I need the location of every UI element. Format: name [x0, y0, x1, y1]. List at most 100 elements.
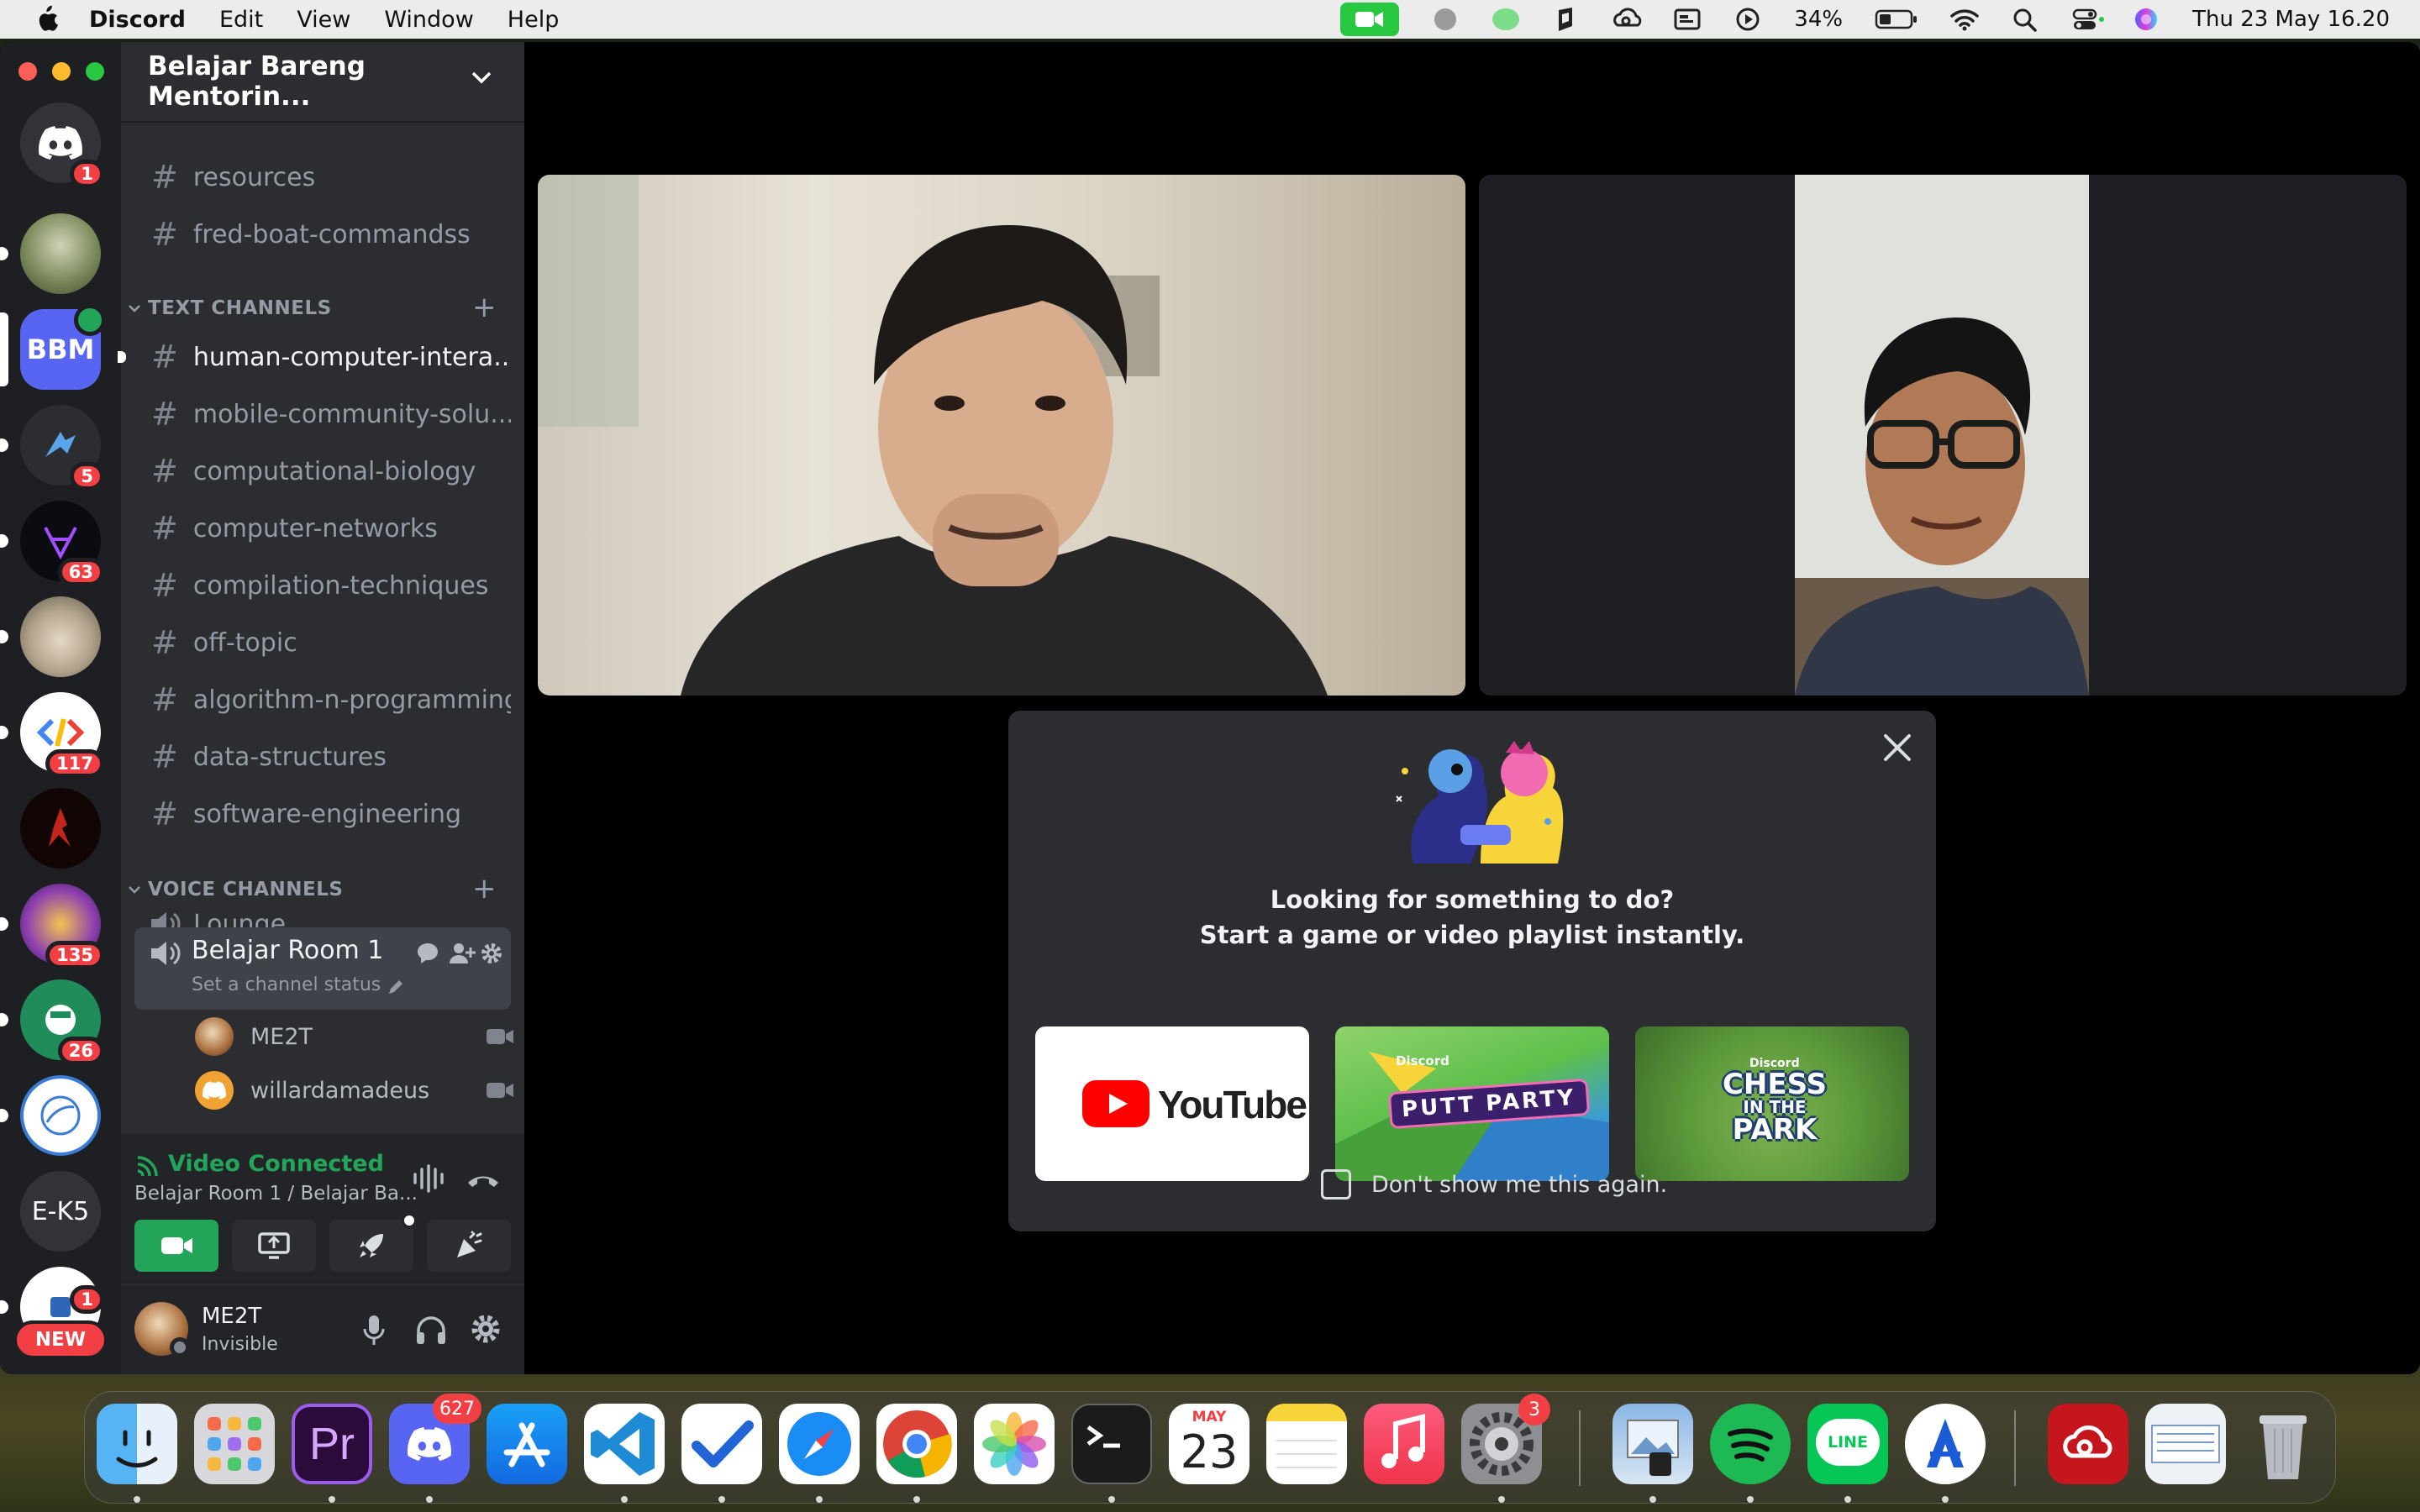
server-plush[interactable]	[0, 596, 101, 677]
channel-off-topic[interactable]: # off-topic	[134, 618, 511, 667]
menu-app-name[interactable]: Discord	[89, 7, 186, 33]
camera-toggle-button[interactable]	[134, 1220, 218, 1272]
username[interactable]: ME2T	[202, 1304, 261, 1329]
channel-resources[interactable]: # resources	[134, 153, 511, 202]
dock-system-settings[interactable]: 3	[1461, 1394, 1550, 1484]
dock-notes[interactable]	[1266, 1404, 1347, 1484]
dont-show-again-checkbox[interactable]	[1321, 1169, 1351, 1200]
channel-computer-networks[interactable]: # computer-networks	[134, 504, 511, 553]
control-center-icon[interactable]	[2071, 7, 2105, 32]
dock-creative-cloud-folder[interactable]	[2048, 1404, 2128, 1484]
activity-card-youtube[interactable]: YouTube	[1035, 1026, 1309, 1181]
chat-bubble-icon[interactable]	[415, 941, 440, 966]
dock-app-store[interactable]	[487, 1404, 567, 1484]
spotlight-search-icon[interactable]	[2011, 7, 2039, 32]
microphone-icon[interactable]	[361, 1314, 387, 1347]
menu-clock[interactable]: Thu 23 May 16.20	[2192, 7, 2390, 32]
line-menu-icon[interactable]	[1491, 7, 1520, 32]
new-unreads-pill[interactable]: NEW	[13, 1320, 108, 1359]
dock-xcode-instruments[interactable]	[1905, 1404, 1986, 1484]
menu-edit[interactable]: Edit	[219, 7, 263, 33]
video-tile-participant-2[interactable]	[1479, 175, 2407, 696]
voice-member-me2t[interactable]: ME2T	[195, 1015, 514, 1058]
invite-user-icon[interactable]	[449, 941, 476, 966]
dock-trash[interactable]	[2243, 1404, 2323, 1484]
server-blue-bolt[interactable]: 5	[0, 405, 104, 491]
server-anime[interactable]	[0, 213, 101, 294]
dock-downloads-stack[interactable]	[2145, 1404, 2226, 1484]
voice-status-text[interactable]: Video Connected	[168, 1151, 384, 1177]
dock-preview[interactable]	[1612, 1404, 1693, 1484]
dock-calendar[interactable]: MAY 23	[1169, 1404, 1249, 1484]
channel-status-prompt[interactable]: Set a channel status	[192, 974, 381, 995]
user-settings-gear-icon[interactable]	[469, 1312, 502, 1346]
dock-chrome[interactable]	[876, 1404, 957, 1484]
dock-terminal[interactable]	[1071, 1404, 1152, 1484]
dock-premiere-pro[interactable]: Pr	[292, 1404, 372, 1484]
dock-photos[interactable]	[974, 1404, 1055, 1484]
server-v-logo[interactable]: 63	[0, 501, 104, 586]
cube-menu-icon[interactable]	[1552, 7, 1581, 32]
apple-menu-icon[interactable]	[34, 5, 59, 34]
activity-card-chess-in-the-park[interactable]: Discord CHESS IN THE PARK	[1635, 1026, 1909, 1181]
dock-line[interactable]: LINE	[1807, 1404, 1888, 1484]
camera-in-use-icon[interactable]	[1340, 3, 1400, 36]
category-voice-channels[interactable]: VOICE CHANNELS +	[128, 872, 497, 906]
dock-safari[interactable]	[779, 1404, 860, 1484]
channel-algorithm-n-programming[interactable]: # algorithm-n-programming	[134, 675, 511, 724]
window-zoom-button[interactable]	[86, 62, 104, 81]
activity-card-putt-party[interactable]: Discord PUTT PARTY	[1335, 1026, 1609, 1181]
window-minimize-button[interactable]	[52, 62, 71, 81]
activities-button[interactable]	[329, 1213, 417, 1272]
dock-spotify[interactable]	[1710, 1404, 1791, 1484]
creative-cloud-icon[interactable]	[1612, 7, 1642, 32]
channel-mobile-community[interactable]: # mobile-community-solu...	[134, 390, 511, 438]
status-circle-icon[interactable]	[1431, 7, 1460, 32]
close-icon[interactable]	[1881, 731, 1914, 764]
soundboard-button[interactable]	[427, 1220, 511, 1272]
share-screen-button[interactable]	[232, 1220, 316, 1272]
dock-vscode[interactable]	[584, 1404, 665, 1484]
pencil-icon[interactable]	[387, 978, 405, 996]
menu-view[interactable]: View	[297, 7, 350, 33]
voice-channel-belajar-room-1[interactable]: Belajar Room 1 Set a channel status	[134, 927, 511, 1010]
noise-suppression-icon[interactable]	[412, 1164, 445, 1193]
channel-compilation-techniques[interactable]: # compilation-techniques	[134, 561, 511, 610]
add-channel-icon[interactable]: +	[472, 291, 497, 324]
battery-icon[interactable]	[1875, 7, 1918, 32]
server-red-figure[interactable]	[20, 788, 101, 869]
server-code[interactable]: 117	[0, 692, 104, 778]
dock-finder[interactable]	[97, 1404, 177, 1484]
dock-discord[interactable]: 627	[389, 1394, 481, 1484]
voice-member-willardamadeus[interactable]: willardamadeus	[195, 1068, 514, 1112]
video-tile-participant-1[interactable]	[538, 175, 1465, 696]
server-bbm[interactable]: BBM	[0, 304, 106, 390]
screen-mirror-icon[interactable]	[1673, 7, 1702, 32]
dock-music[interactable]	[1364, 1404, 1444, 1484]
window-close-button[interactable]	[18, 62, 37, 81]
gear-icon[interactable]	[479, 941, 504, 966]
dont-show-again-row[interactable]: Don't show me this again.	[1321, 1169, 1667, 1200]
dock-todo[interactable]	[681, 1404, 762, 1484]
channel-data-structures[interactable]: # data-structures	[134, 732, 511, 781]
menu-help[interactable]: Help	[508, 7, 560, 33]
menu-window[interactable]: Window	[384, 7, 473, 33]
server-ek5[interactable]: E-K5	[20, 1171, 101, 1252]
server-green-mascot[interactable]: 26	[0, 979, 104, 1065]
play-menu-icon[interactable]	[1733, 7, 1762, 32]
channel-human-computer-interaction[interactable]: # human-computer-intera...	[134, 333, 511, 381]
channel-software-engineering[interactable]: # software-engineering	[134, 790, 511, 838]
home-dm-button[interactable]: 1	[20, 102, 104, 188]
voice-location-text[interactable]: Belajar Room 1 / Belajar Ba...	[134, 1183, 418, 1205]
server-blue-circle[interactable]	[0, 1075, 101, 1156]
channel-fred-boat[interactable]: # fred-boat-commandss	[134, 210, 511, 259]
server-header[interactable]: Belajar Bareng Mentorin...	[121, 42, 524, 123]
category-text-channels[interactable]: TEXT CHANNELS +	[128, 291, 497, 324]
user-status[interactable]: Invisible	[202, 1334, 278, 1355]
dock-launchpad[interactable]	[194, 1404, 275, 1484]
siri-icon[interactable]	[2132, 7, 2160, 32]
disconnect-call-icon[interactable]	[466, 1168, 501, 1193]
channel-computational-biology[interactable]: # computational-biology	[134, 447, 511, 496]
wifi-icon[interactable]	[1950, 7, 1979, 32]
headphones-icon[interactable]	[415, 1315, 447, 1346]
